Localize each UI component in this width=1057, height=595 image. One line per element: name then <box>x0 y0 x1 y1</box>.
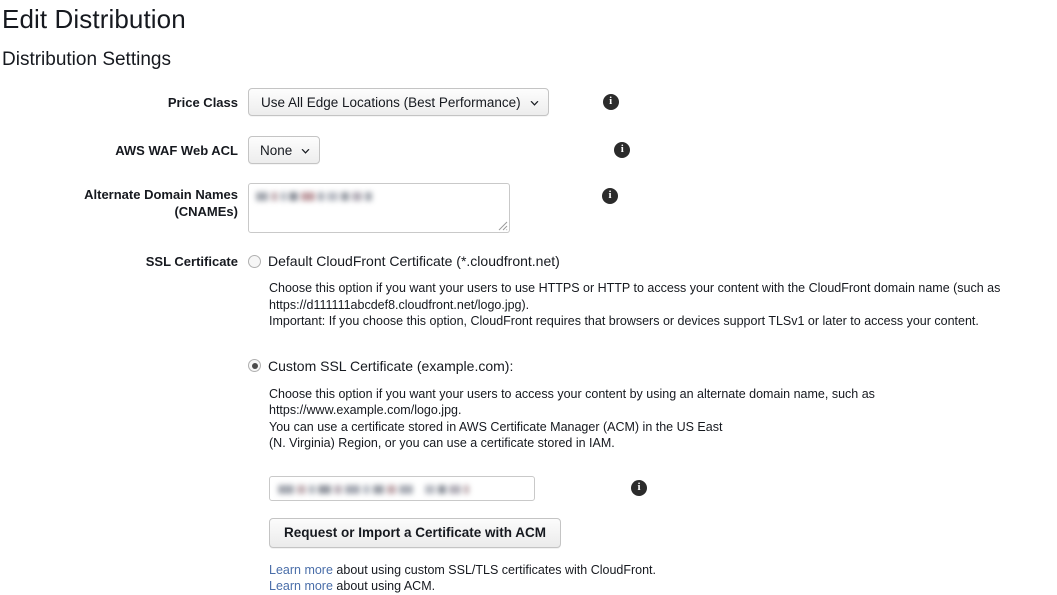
learn-more-ssl-tls-text: about using custom SSL/TLS certificates … <box>332 562 657 577</box>
ssl-certificate-label: SSL Certificate <box>145 254 238 269</box>
radio-default-cloudfront-certificate-icon[interactable] <box>248 254 261 268</box>
learn-more-line-1: Learn more about using custom SSL/TLS ce… <box>269 562 656 579</box>
request-or-import-certificate-button[interactable]: Request or Import a Certificate with ACM <box>269 517 562 548</box>
help-line: https://d111111abcdef8.cloudfront.net/lo… <box>269 297 530 312</box>
cnames-label-line2: (CNAMEs) <box>174 204 238 219</box>
custom-certificate-help: Choose this option if you want your user… <box>269 386 1057 452</box>
section-title: Distribution Settings <box>2 49 171 70</box>
cnames-textarea[interactable] <box>248 183 510 233</box>
default-certificate-help: Choose this option if you want your user… <box>269 280 1000 330</box>
cnames-row: Alternate Domain Names (CNAMEs) i <box>0 183 1057 233</box>
certificate-redacted-value <box>278 483 472 496</box>
price-class-info-icon[interactable]: i <box>602 94 619 110</box>
price-class-row: Price Class Use All Edge Locations (Best… <box>0 88 1057 116</box>
certificate-info-icon[interactable]: i <box>631 479 647 496</box>
radio-option-custom-ssl-certificate[interactable]: Custom SSL Certificate (example.com): <box>248 357 513 375</box>
info-glyph: i <box>620 143 624 155</box>
ssl-certificate-row: SSL Certificate Default CloudFront Certi… <box>0 252 1057 595</box>
learn-more-ssl-tls-link[interactable]: Learn more <box>269 563 333 577</box>
help-line: Important: If you choose this option, Cl… <box>269 314 979 328</box>
info-glyph: i <box>608 189 612 201</box>
radio-default-cloudfront-certificate-label: Default CloudFront Certificate (*.cloudf… <box>268 253 560 269</box>
waf-web-acl-label: AWS WAF Web ACL <box>115 143 238 158</box>
price-class-select-value: Use All Edge Locations (Best Performance… <box>261 94 521 110</box>
cnames-label-line1: Alternate Domain Names <box>84 187 238 202</box>
info-glyph: i <box>637 480 641 493</box>
waf-web-acl-info-icon[interactable]: i <box>614 142 631 158</box>
help-line: Choose this option if you want your user… <box>269 281 1001 295</box>
price-class-select[interactable]: Use All Edge Locations (Best Performance… <box>248 88 549 116</box>
help-line: (N. Virginia) Region, or you can use a c… <box>269 436 615 450</box>
certificate-select[interactable] <box>269 475 535 501</box>
page-title: Edit Distribution <box>2 4 186 34</box>
chevron-down-icon <box>300 146 311 157</box>
learn-more-acm-text: about using ACM. <box>332 579 436 593</box>
certificate-picker-row: i <box>269 475 647 501</box>
help-line: Choose this option if you want your user… <box>269 386 875 418</box>
waf-web-acl-select[interactable]: None <box>248 136 321 164</box>
cnames-info-icon[interactable]: i <box>602 188 618 204</box>
price-class-label: Price Class <box>167 95 238 110</box>
chevron-down-icon <box>529 98 540 109</box>
waf-web-acl-row: AWS WAF Web ACL None i <box>0 136 1057 164</box>
learn-more-line-2: Learn more about using ACM. <box>269 578 656 595</box>
learn-more-acm-link[interactable]: Learn more <box>269 579 333 593</box>
distribution-settings-form: Price Class Use All Edge Locations (Best… <box>0 88 1057 595</box>
cnames-label: Alternate Domain Names (CNAMEs) <box>0 183 248 220</box>
resize-grip-icon[interactable] <box>495 218 508 231</box>
help-line: You can use a certificate stored in AWS … <box>269 419 723 434</box>
waf-web-acl-select-value: None <box>260 142 293 158</box>
cnames-redacted-value <box>256 190 375 203</box>
acm-button-wrap: Request or Import a Certificate with ACM <box>269 517 562 548</box>
radio-custom-ssl-certificate-icon[interactable] <box>248 359 261 372</box>
radio-option-default-cloudfront-certificate[interactable]: Default CloudFront Certificate (*.cloudf… <box>248 252 560 270</box>
learn-more-links: Learn more about using custom SSL/TLS ce… <box>269 562 656 595</box>
radio-custom-ssl-certificate-label: Custom SSL Certificate (example.com): <box>268 357 514 374</box>
info-glyph: i <box>609 95 613 107</box>
